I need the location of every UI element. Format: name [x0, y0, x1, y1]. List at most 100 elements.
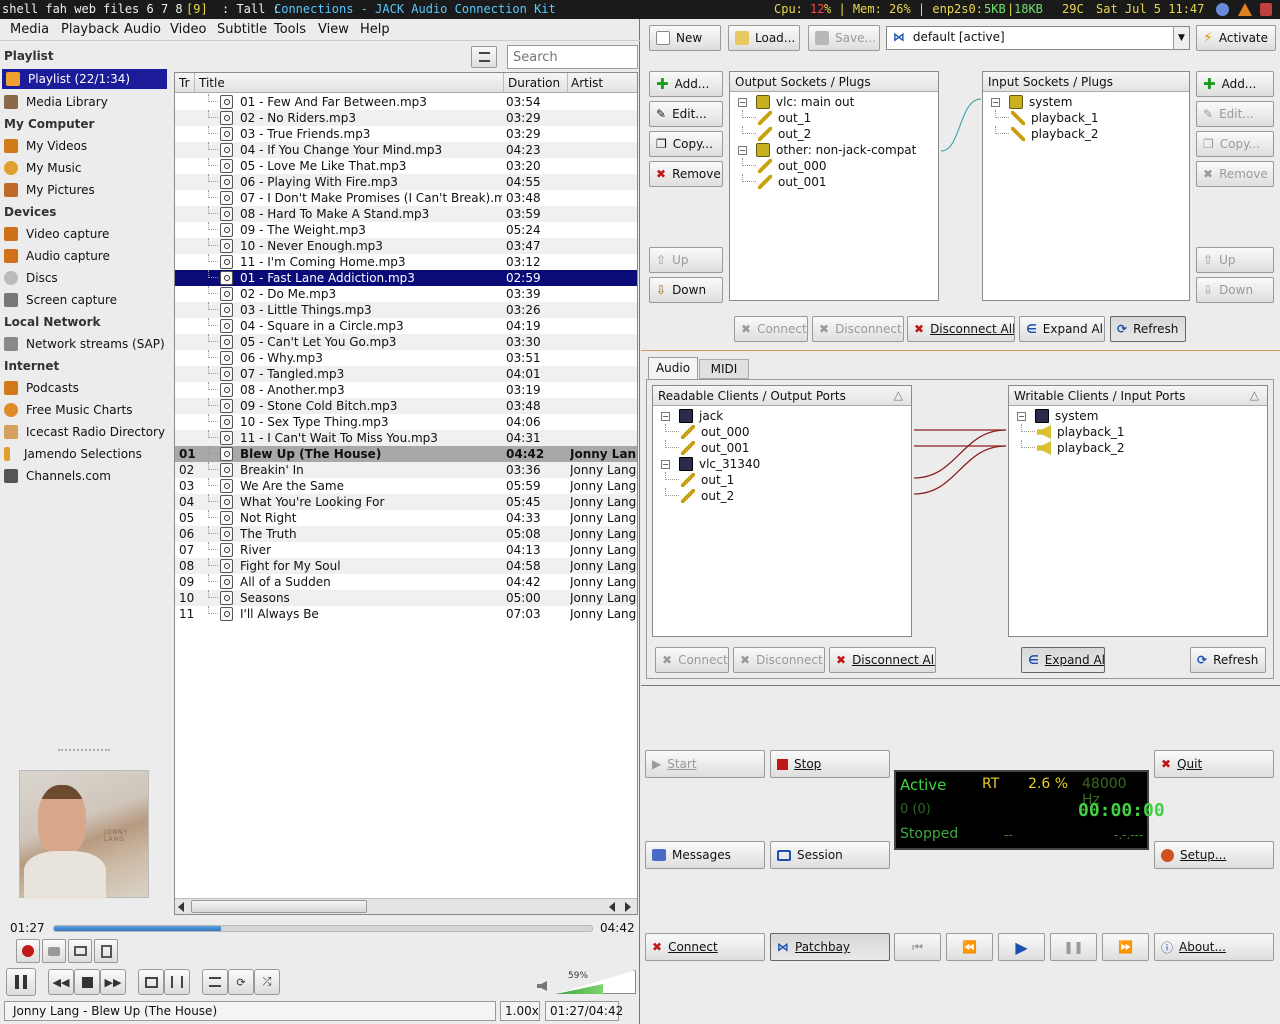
output-remove-button[interactable]: ✖ Remove	[649, 161, 723, 187]
sidebar-item-network-streams[interactable]: Network streams (SAP)	[4, 333, 165, 355]
fast-forward-button[interactable]: ⏩	[1102, 933, 1149, 961]
connections-disconnect-button[interactable]: ✖ Disconnect	[733, 647, 825, 673]
tab-midi[interactable]: MIDI	[699, 359, 749, 379]
chevron-down-icon[interactable]: ▼	[1173, 27, 1189, 49]
tree-client[interactable]: − system	[983, 94, 1189, 110]
tree-port[interactable]: out_1	[653, 472, 911, 488]
new-button[interactable]: New	[649, 25, 721, 51]
setup-button[interactable]: Setup...	[1154, 841, 1274, 869]
extended-settings-button[interactable]	[164, 969, 190, 995]
connections-connect-button[interactable]: ✖ Connect	[655, 647, 729, 673]
output-copy-button[interactable]: ❐ Copy...	[649, 131, 723, 157]
output-add-button[interactable]: ✚ Add...	[649, 71, 723, 97]
sidebar-item-media-library[interactable]: Media Library	[4, 91, 108, 113]
sidebar-item-discs[interactable]: Discs	[4, 267, 58, 289]
table-row[interactable]: 04 - Square in a Circle.mp3 04:19	[175, 318, 637, 334]
load-button[interactable]: Load...	[728, 25, 800, 51]
menu-media[interactable]: Media	[10, 22, 49, 37]
sidebar-item-channels[interactable]: Channels.com	[4, 465, 111, 487]
collapse-icon[interactable]: −	[738, 146, 747, 155]
table-row[interactable]: 11 - I Can't Wait To Miss You.mp3 04:31	[175, 430, 637, 446]
seek-bar[interactable]	[53, 925, 593, 932]
table-row[interactable]: 08 - Another.mp3 03:19	[175, 382, 637, 398]
output-sockets-header[interactable]: Output Sockets / Plugs	[730, 72, 938, 92]
table-row[interactable]: 10 Seasons 05:00 Jonny Lang	[175, 590, 637, 606]
collapse-icon[interactable]: −	[661, 460, 670, 469]
table-row[interactable]: 11 I'll Always Be 07:03 Jonny Lang	[175, 606, 637, 622]
pause-button[interactable]	[6, 968, 36, 996]
input-remove-button[interactable]: ✖ Remove	[1196, 161, 1274, 187]
about-button[interactable]: ⓘ About...	[1154, 933, 1274, 961]
table-row[interactable]: 07 - I Don't Make Promises (I Can't Brea…	[175, 190, 637, 206]
table-row[interactable]: 03 - Little Things.mp3 03:26	[175, 302, 637, 318]
output-edit-button[interactable]: ✎ Edit...	[649, 101, 723, 127]
writable-clients-header[interactable]: Writable Clients / Input Ports △	[1009, 386, 1267, 406]
collapse-icon[interactable]: −	[1017, 412, 1026, 421]
table-row[interactable]: 01 - Fast Lane Addiction.mp3 02:59	[175, 270, 637, 286]
stop-button[interactable]: Stop	[770, 750, 890, 778]
tree-port[interactable]: playback_1	[1009, 424, 1267, 440]
table-row[interactable]: 03 - True Friends.mp3 03:29	[175, 126, 637, 142]
tree-port[interactable]: out_1	[730, 110, 938, 126]
tree-port[interactable]: out_2	[730, 126, 938, 142]
table-row[interactable]: 10 - Sex Type Thing.mp3 04:06	[175, 414, 637, 430]
menu-audio[interactable]: Audio	[124, 22, 161, 37]
input-up-button[interactable]: ⇧ Up	[1196, 247, 1274, 273]
patchbay-disconnect-button[interactable]: ✖ Disconnect	[812, 316, 904, 342]
preset-select[interactable]: ⋈ default [active] ▼	[886, 26, 1190, 50]
fullscreen-button[interactable]	[138, 969, 164, 995]
connections-expand-all-button[interactable]: ∈ Expand All	[1021, 647, 1105, 673]
table-row[interactable]: 07 River 04:13 Jonny Lang	[175, 542, 637, 558]
sidebar-item-free-music-charts[interactable]: Free Music Charts	[4, 399, 132, 421]
menu-view[interactable]: View	[318, 22, 349, 37]
table-row[interactable]: 06 - Playing With Fire.mp3 04:55	[175, 174, 637, 190]
network-icon[interactable]	[1216, 3, 1229, 16]
menu-help[interactable]: Help	[360, 22, 390, 37]
next-button[interactable]: ▶▶	[100, 969, 126, 995]
patchbay-refresh-button[interactable]: ⟳ Refresh	[1110, 316, 1186, 342]
playlist-toggle-button[interactable]	[202, 969, 228, 995]
menu-video[interactable]: Video	[170, 22, 206, 37]
tree-client[interactable]: − other: non-jack-compat	[730, 142, 938, 158]
play-button[interactable]: ▶	[998, 933, 1045, 961]
table-row[interactable]: 01 - Few And Far Between.mp3 03:54	[175, 94, 637, 110]
start-button[interactable]: ▶ Start	[645, 750, 765, 778]
scroll-left-icon-2[interactable]	[609, 902, 615, 912]
snapshot-button[interactable]	[42, 939, 66, 963]
table-row[interactable]: 11 - I'm Coming Home.mp3 03:12	[175, 254, 637, 270]
col-duration[interactable]: Duration	[508, 75, 560, 91]
frame-step-button[interactable]	[94, 939, 118, 963]
speaker-icon[interactable]	[537, 981, 547, 991]
quit-button[interactable]: ✖ Quit	[1154, 750, 1274, 778]
tree-port[interactable]: out_000	[730, 158, 938, 174]
tree-port[interactable]: out_2	[653, 488, 911, 504]
workspace-list[interactable]: shell fah web files 6 7 8	[2, 2, 183, 16]
patchbay-connect-button[interactable]: ✖ Connect	[734, 316, 808, 342]
input-sockets-header[interactable]: Input Sockets / Plugs	[983, 72, 1189, 92]
rewind-start-button[interactable]: ⏮	[894, 933, 941, 961]
sidebar-item-audio-capture[interactable]: Audio capture	[4, 245, 110, 267]
table-row[interactable]: 05 - Can't Let You Go.mp3 03:30	[175, 334, 637, 350]
menu-playback[interactable]: Playback	[61, 22, 119, 37]
table-row[interactable]: 06 The Truth 05:08 Jonny Lang	[175, 526, 637, 542]
tree-port[interactable]: out_001	[730, 174, 938, 190]
patchbay-expand-all-button[interactable]: ∈ Expand All	[1019, 316, 1105, 342]
sidebar-item-icecast[interactable]: Icecast Radio Directory	[4, 421, 165, 443]
table-row[interactable]: 07 - Tangled.mp3 04:01	[175, 366, 637, 382]
speed-indicator[interactable]: 1.00x	[500, 1001, 540, 1021]
patchbay-disconnect-all-button[interactable]: ✖ Disconnect All	[907, 316, 1015, 342]
tray-app-icon[interactable]	[1260, 3, 1272, 16]
collapse-icon[interactable]: −	[661, 412, 670, 421]
loop-ab-button[interactable]	[68, 939, 92, 963]
sidebar-splitter[interactable]	[58, 749, 110, 751]
table-row[interactable]: 04 What You're Looking For 05:45 Jonny Lang	[175, 494, 637, 510]
tree-port[interactable]: playback_2	[1009, 440, 1267, 456]
menu-tools[interactable]: Tools	[274, 22, 306, 37]
loop-button[interactable]: ⟳	[228, 969, 254, 995]
messages-button[interactable]: Messages	[645, 841, 765, 869]
connections-refresh-button[interactable]: ⟳ Refresh	[1190, 647, 1266, 673]
h-scrollbar[interactable]	[175, 898, 637, 914]
previous-button[interactable]: ◀◀	[48, 969, 74, 995]
col-title[interactable]: Title	[199, 75, 225, 91]
scroll-left-icon[interactable]	[178, 902, 184, 912]
